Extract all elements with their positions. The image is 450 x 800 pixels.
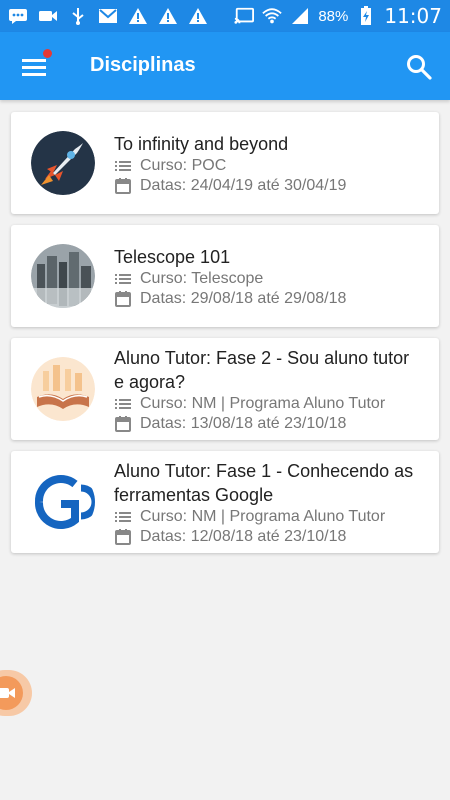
course-curso-text: Curso: Telescope <box>140 270 264 287</box>
warning-icon <box>188 7 208 25</box>
course-curso-row: Curso: POC <box>114 156 424 176</box>
course-card[interactable]: Aluno Tutor: Fase 2 - Sou aluno tutor e … <box>11 338 439 440</box>
course-card[interactable]: Telescope 101 Curso: Telescope Datas: 29… <box>11 225 439 327</box>
book-thumbnail <box>31 357 95 421</box>
battery-charging-icon <box>356 6 376 25</box>
course-curso-text: Curso: NM | Programa Aluno Tutor <box>140 508 386 525</box>
course-curso-text: Curso: NM | Programa Aluno Tutor <box>140 395 386 412</box>
course-datas-row: Datas: 13/08/18 até 23/10/18 <box>114 414 424 434</box>
course-list: To infinity and beyond Curso: POC Datas:… <box>11 112 439 564</box>
course-datas-row: Datas: 12/08/18 até 23/10/18 <box>114 527 424 547</box>
course-datas-text: Datas: 29/08/18 até 29/08/18 <box>140 290 347 307</box>
app-bar: Disciplinas <box>0 32 450 100</box>
wifi-icon <box>262 7 283 25</box>
calendar-icon <box>114 177 132 195</box>
menu-button[interactable] <box>18 49 52 82</box>
battery-percentage: 88% <box>318 7 349 25</box>
course-title: Aluno Tutor: Fase 2 - Sou aluno tutor e … <box>114 348 410 392</box>
video-notification-icon <box>38 7 58 25</box>
list-icon <box>114 157 132 175</box>
calendar-icon <box>114 415 132 433</box>
city-thumbnail <box>31 244 95 308</box>
course-card[interactable]: Aluno Tutor: Fase 1 - Conhecendo as ferr… <box>11 451 439 553</box>
course-title: Telescope 101 <box>114 247 231 267</box>
gmail-icon <box>98 7 118 25</box>
calendar-icon <box>114 528 132 546</box>
course-datas-row: Datas: 29/08/18 até 29/08/18 <box>114 289 424 309</box>
usb-icon <box>68 7 88 25</box>
course-curso-text: Curso: POC <box>140 157 227 174</box>
chat-notification-icon <box>8 7 28 25</box>
course-title: Aluno Tutor: Fase 1 - Conhecendo as ferr… <box>114 461 414 505</box>
google-thumbnail <box>31 470 95 534</box>
course-curso-row: Curso: NM | Programa Aluno Tutor <box>114 507 424 527</box>
status-bar: 88% 11:07 <box>0 0 450 32</box>
calendar-icon <box>114 290 132 308</box>
course-datas-text: Datas: 24/04/19 até 30/04/19 <box>140 177 347 194</box>
course-datas-row: Datas: 24/04/19 até 30/04/19 <box>114 176 424 196</box>
notification-badge <box>43 49 52 58</box>
search-button[interactable] <box>404 52 434 82</box>
status-time: 11:07 <box>384 4 442 28</box>
warning-icon <box>128 7 148 25</box>
warning-icon <box>158 7 178 25</box>
list-icon <box>114 395 132 413</box>
signal-icon <box>290 7 310 25</box>
cast-icon <box>234 7 255 25</box>
rocket-thumbnail <box>31 131 95 195</box>
video-camera-icon <box>0 676 23 710</box>
course-curso-row: Curso: Telescope <box>114 269 424 289</box>
list-icon <box>114 508 132 526</box>
course-curso-row: Curso: NM | Programa Aluno Tutor <box>114 394 424 414</box>
video-floating-button[interactable] <box>0 670 32 716</box>
course-datas-text: Datas: 12/08/18 até 23/10/18 <box>140 528 347 545</box>
course-title: To infinity and beyond <box>114 134 289 154</box>
course-card[interactable]: To infinity and beyond Curso: POC Datas:… <box>11 112 439 214</box>
course-datas-text: Datas: 13/08/18 até 23/10/18 <box>140 415 347 432</box>
list-icon <box>114 270 132 288</box>
page-title: Disciplinas <box>90 54 196 76</box>
